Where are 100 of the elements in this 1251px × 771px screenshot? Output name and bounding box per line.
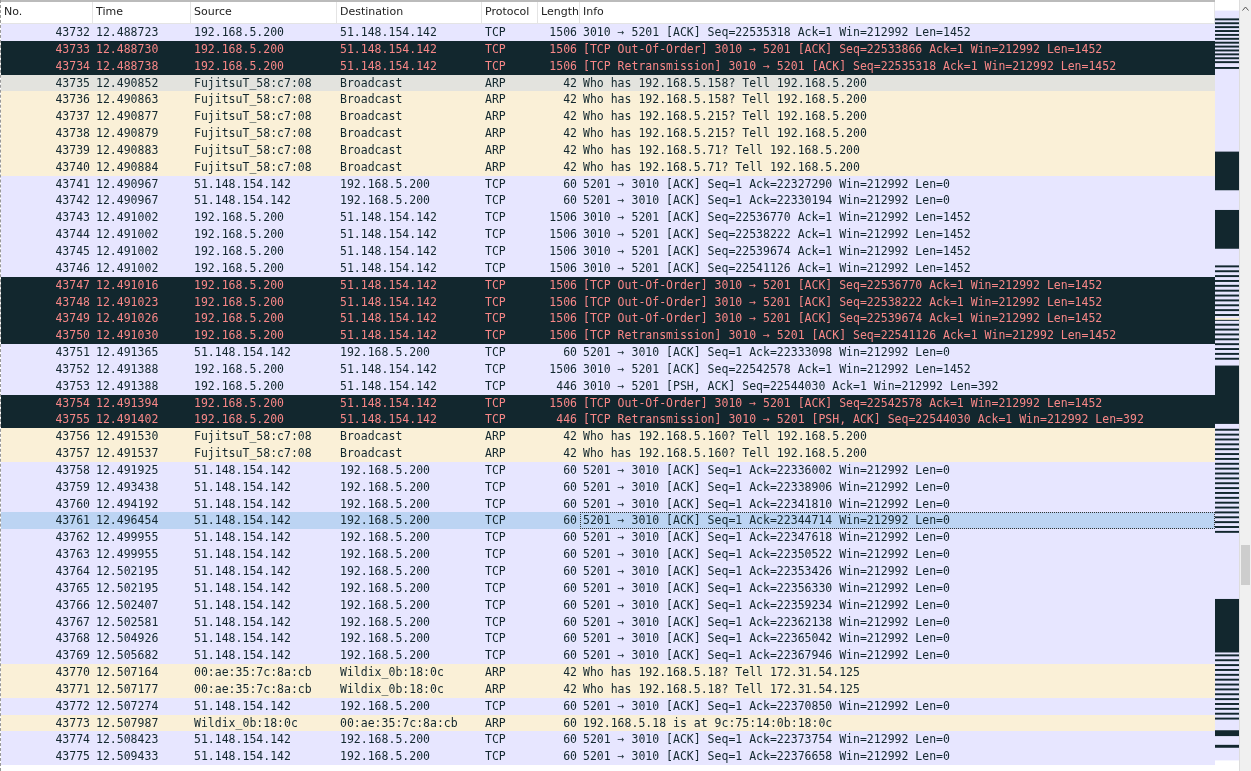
packet-time: 12.502407	[95, 596, 160, 614]
packet-destination: 192.168.5.200	[339, 478, 431, 496]
packet-source: 51.148.154.142	[193, 529, 292, 547]
packet-length: 60	[562, 529, 578, 547]
packet-time: 12.491026	[95, 310, 160, 328]
packet-destination: Broadcast	[339, 158, 404, 176]
packet-row[interactable]: 43749 12.491026 192.168.5.200 51.148.154.142 TCP 1506 [TCP Out-Of-Order] 3010 → 5201 [ACK] Seq=22539674 Ack=1 Win=212992 Len=1452	[1, 310, 1215, 328]
packet-source: 192.168.5.200	[193, 360, 285, 378]
packet-row[interactable]: 43742 12.490967 51.148.154.142 192.168.5.200 TCP 60 5201 → 3010 [ACK] Seq=1 Ack=22330194 Win=212992 Len=0	[1, 192, 1215, 210]
packet-protocol: TCP	[484, 512, 507, 530]
packet-length: 42	[562, 125, 578, 142]
column-header[interactable]: Time	[93, 2, 191, 23]
packet-source: 51.148.154.142	[193, 546, 292, 563]
packet-protocol: TCP	[484, 242, 507, 260]
packet-protocol: TCP	[484, 596, 507, 614]
packet-row[interactable]: 43764 12.502195 51.148.154.142 192.168.5.200 TCP 60 5201 → 3010 [ACK] Seq=1 Ack=22353426 Win=212992 Len=0	[1, 563, 1215, 580]
packet-number: 43740	[54, 158, 91, 176]
packet-length: 60	[562, 579, 578, 597]
packet-protocol: ARP	[484, 680, 507, 698]
packet-row[interactable]: 43757 12.491537 FujitsuT_58:c7:08 Broadcast ARP 42 Who has 192.168.5.160? Tell 192.168.5.200	[1, 445, 1215, 462]
packet-protocol: TCP	[484, 293, 507, 311]
packet-row[interactable]: 43763 12.499955 51.148.154.142 192.168.5.200 TCP 60 5201 → 3010 [ACK] Seq=1 Ack=22350522 Win=212992 Len=0	[1, 546, 1215, 563]
packet-number: 43741	[54, 175, 91, 193]
packet-time: 12.493438	[95, 478, 160, 496]
packet-row[interactable]: 43737 12.490877 FujitsuT_58:c7:08 Broadcast ARP 42 Who has 192.168.5.215? Tell 192.168.5.200	[1, 108, 1215, 126]
packet-row[interactable]: 43750 12.491030 192.168.5.200 51.148.154.142 TCP 1506 [TCP Retransmission] 3010 → 5201 [ACK] Seq=22541126 Ack=1 Win=212992 Len=1452	[1, 327, 1215, 345]
packet-source: 51.148.154.142	[193, 596, 292, 614]
packet-source: 51.148.154.142	[193, 748, 292, 766]
packet-source: 192.168.5.200	[193, 377, 285, 395]
packet-info: [TCP Out-Of-Order] 3010 → 5201 [ACK] Seq=22539674 Ack=1 Win=212992 Len=1452	[582, 310, 1104, 328]
packet-source: 192.168.5.200	[193, 276, 285, 294]
packet-destination: 192.168.5.200	[339, 546, 431, 563]
packet-source: 51.148.154.142	[193, 192, 292, 210]
packet-length: 446	[555, 377, 578, 395]
packet-info: 5201 → 3010 [ACK] Seq=1 Ack=22341810 Win=212992 Len=0	[582, 495, 951, 513]
packet-info: 5201 → 3010 [ACK] Seq=1 Ack=22359234 Win=212992 Len=0	[582, 596, 951, 614]
packet-destination: 192.168.5.200	[339, 630, 431, 648]
packet-row[interactable]: 43761 12.496454 51.148.154.142 192.168.5.200 TCP 60 5201 → 3010 [ACK] Seq=1 Ack=22344714 Win=212992 Len=0	[1, 512, 1215, 530]
packet-source: 51.148.154.142	[193, 563, 292, 580]
packet-number: 43759	[54, 478, 91, 496]
column-header[interactable]: Destination	[337, 2, 482, 23]
packet-row[interactable]: 43743 12.491002 192.168.5.200 51.148.154.142 TCP 1506 3010 → 5201 [ACK] Seq=22536770 Ack=1 Win=212992 Len=1452	[1, 209, 1215, 227]
packet-time: 12.496454	[95, 512, 160, 530]
packet-time: 12.488723	[95, 24, 160, 41]
packet-info: Who has 192.168.5.18? Tell 172.31.54.125	[582, 664, 861, 681]
packet-time: 12.508423	[95, 731, 160, 749]
packet-protocol: TCP	[484, 57, 507, 75]
packet-length: 60	[562, 630, 578, 648]
packet-row[interactable]: 43732 12.488723 192.168.5.200 51.148.154.142 TCP 1506 3010 → 5201 [ACK] Seq=22535318 Ack=1 Win=212992 Len=1452	[1, 24, 1215, 41]
packet-time: 12.491002	[95, 259, 160, 277]
packet-row[interactable]: 43769 12.505682 51.148.154.142 192.168.5.200 TCP 60 5201 → 3010 [ACK] Seq=1 Ack=22367946 Win=212992 Len=0	[1, 647, 1215, 665]
packet-number: 43748	[54, 293, 91, 311]
packet-time: 12.490879	[95, 125, 160, 142]
packet-row[interactable]: 43755 12.491402 192.168.5.200 51.148.154.142 TCP 446 [TCP Retransmission] 3010 → 5201 [PSH, ACK] Seq=22544030 Ack=1 Win=212992 Len=392	[1, 411, 1215, 429]
packet-info: [TCP Out-Of-Order] 3010 → 5201 [ACK] Seq=22538222 Ack=1 Win=212992 Len=1452	[582, 293, 1104, 311]
packet-protocol: TCP	[484, 377, 507, 395]
packet-info: [TCP Retransmission] 3010 → 5201 [ACK] Seq=22541126 Ack=1 Win=212992 Len=1452	[582, 327, 1118, 345]
packet-row[interactable]: 43744 12.491002 192.168.5.200 51.148.154.142 TCP 1506 3010 → 5201 [ACK] Seq=22538222 Ack=1 Win=212992 Len=1452	[1, 226, 1215, 243]
packet-protocol: TCP	[484, 546, 507, 563]
packet-time: 12.502195	[95, 579, 160, 597]
scrollbar-thumb[interactable]	[1241, 545, 1250, 585]
packet-destination: 51.148.154.142	[339, 226, 438, 243]
packet-length: 1506	[548, 293, 578, 311]
packet-number: 43742	[54, 192, 91, 210]
packet-time: 12.490967	[95, 175, 160, 193]
packet-protocol: TCP	[484, 259, 507, 277]
packet-row[interactable]: 43774 12.508423 51.148.154.142 192.168.5.200 TCP 60 5201 → 3010 [ACK] Seq=1 Ack=22373754 Win=212992 Len=0	[1, 731, 1215, 749]
column-header[interactable]: Source	[191, 2, 337, 23]
packet-time: 12.491402	[95, 411, 160, 429]
packet-source: 192.168.5.200	[193, 209, 285, 227]
packet-protocol: TCP	[484, 563, 507, 580]
packet-protocol: TCP	[484, 630, 507, 648]
packet-row[interactable]: 43762 12.499955 51.148.154.142 192.168.5.200 TCP 60 5201 → 3010 [ACK] Seq=1 Ack=22347618 Win=212992 Len=0	[1, 529, 1215, 547]
packet-destination: 192.168.5.200	[339, 512, 431, 530]
packet-row[interactable]: 43768 12.504926 51.148.154.142 192.168.5.200 TCP 60 5201 → 3010 [ACK] Seq=1 Ack=22365042 Win=212992 Len=0	[1, 630, 1215, 648]
column-header[interactable]: No.	[1, 2, 93, 23]
packet-destination: 192.168.5.200	[339, 748, 431, 766]
packet-row[interactable]: 43738 12.490879 FujitsuT_58:c7:08 Broadcast ARP 42 Who has 192.168.5.215? Tell 192.168.5.200	[1, 125, 1215, 142]
column-header[interactable]: Protocol	[482, 2, 538, 23]
packet-length: 60	[562, 731, 578, 749]
packet-protocol: TCP	[484, 40, 507, 58]
packet-row[interactable]: 43756 12.491530 FujitsuT_58:c7:08 Broadcast ARP 42 Who has 192.168.5.160? Tell 192.168.5.200	[1, 428, 1215, 446]
packet-protocol: TCP	[484, 209, 507, 227]
packet-protocol: TCP	[484, 327, 507, 345]
packet-row[interactable]: 43736 12.490863 FujitsuT_58:c7:08 Broadcast ARP 42 Who has 192.168.5.158? Tell 192.168.5.200	[1, 91, 1215, 109]
packet-source: 51.148.154.142	[193, 613, 292, 631]
packet-destination: 192.168.5.200	[339, 461, 431, 479]
packet-info: 3010 → 5201 [ACK] Seq=22541126 Ack=1 Win=212992 Len=1452	[582, 259, 972, 277]
packet-protocol: TCP	[484, 748, 507, 766]
packet-row[interactable]: 43751 12.491365 51.148.154.142 192.168.5.200 TCP 60 5201 → 3010 [ACK] Seq=1 Ack=22333098 Win=212992 Len=0	[1, 344, 1215, 361]
column-header[interactable]: Length	[538, 2, 580, 23]
packet-number: 43735	[54, 74, 91, 92]
packet-row[interactable]: 43775 12.509433 51.148.154.142 192.168.5.200 TCP 60 5201 → 3010 [ACK] Seq=1 Ack=22376658 Win=212992 Len=0	[1, 748, 1215, 766]
packet-source: 51.148.154.142	[193, 512, 292, 530]
packet-source: 00:ae:35:7c:8a:cb	[193, 664, 313, 681]
packet-destination: 192.168.5.200	[339, 596, 431, 614]
scrollbar[interactable]	[1239, 0, 1251, 771]
packet-time: 12.490877	[95, 108, 160, 126]
packet-row[interactable]: 43770 12.507164 00:ae:35:7c:8a:cb Wildix_0b:18:0c ARP 42 Who has 192.168.5.18? Tell 172.31.54.125	[1, 664, 1215, 681]
packet-protocol: ARP	[484, 445, 507, 462]
